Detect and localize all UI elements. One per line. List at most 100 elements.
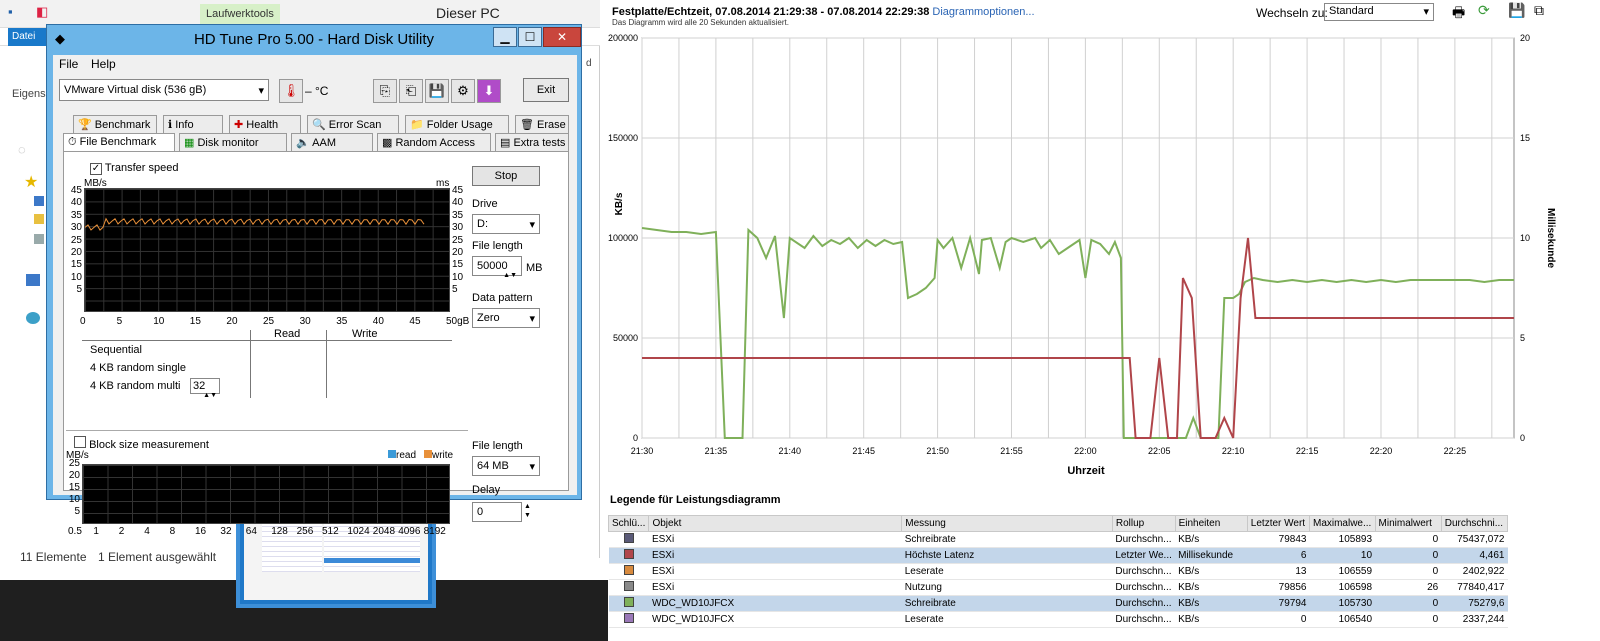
save-icon[interactable]: 💾: [425, 79, 449, 103]
health-cross-icon: ✚: [234, 119, 244, 131]
tab-disk-monitor[interactable]: ▦ Disk monitor: [179, 133, 287, 151]
network-globe-icon[interactable]: [26, 312, 40, 324]
chevron-down-icon: ▾: [258, 85, 264, 97]
drive-tools-tab[interactable]: Laufwerktools: [200, 4, 280, 24]
speaker-icon: 🔈: [296, 137, 310, 149]
legend-color-swatch: [623, 565, 634, 575]
delay-input[interactable]: 0: [472, 502, 522, 522]
block-x-tick-label: 0.5: [68, 526, 82, 537]
block-size-checkbox[interactable]: Block size measurement: [74, 436, 209, 451]
exit-button[interactable]: Exit: [523, 78, 569, 102]
tab-health[interactable]: ✚ Health: [229, 115, 301, 133]
legend-header-cell[interactable]: Messung: [901, 515, 1113, 532]
nav-back-icon[interactable]: ◌: [18, 142, 26, 157]
y-tick-label: 45: [70, 185, 82, 196]
legend-row[interactable]: ESXi Leserate Durchschn... KB/s 13 106559 0 240…: [608, 563, 1508, 580]
y-tick-label: 50000: [613, 333, 638, 343]
drive-dropdown[interactable]: VMware Virtual disk (536 gB) ▾: [59, 79, 269, 101]
stepper-arrows-icon[interactable]: ▲▼: [503, 272, 517, 279]
copy-screenshot-button[interactable]: ⎗: [399, 79, 423, 103]
legend-header-cell[interactable]: Objekt: [648, 515, 903, 532]
legend-row[interactable]: WDC_WD10JFCX Leserate Durchschn... KB/s 0 106…: [608, 611, 1508, 628]
legend-header-cell[interactable]: Rollup: [1111, 515, 1176, 532]
legend-cell: KB/s: [1175, 579, 1248, 596]
options-icon[interactable]: ⚙: [451, 79, 475, 103]
legend-cell: Durchschn...: [1112, 595, 1176, 612]
performance-panel: Festplatte/Echtzeit, 07.08.2014 21:29:38…: [607, 0, 1600, 641]
switch-view-select[interactable]: Standard ▾: [1324, 3, 1434, 21]
tab-info[interactable]: ℹ Info: [163, 115, 223, 133]
block-x-tick-label: 8: [169, 526, 176, 537]
this-pc-icon[interactable]: [26, 274, 40, 286]
y-tick-label: 5: [76, 284, 82, 296]
legend-row[interactable]: WDC_WD10JFCX Schreibrate Durchschn... KB/s 7…: [608, 595, 1508, 612]
data-pattern-select[interactable]: Zero ▾: [472, 308, 540, 328]
print-icon[interactable]: 🖶: [1452, 2, 1465, 26]
col-read: Read: [274, 328, 301, 340]
legend-cell: 106540: [1309, 611, 1376, 628]
legend-header-cell[interactable]: Letzter Wert: [1246, 515, 1310, 532]
favorites-star-icon[interactable]: ★: [24, 172, 38, 192]
tab-aam[interactable]: 🔈 AAM: [291, 133, 373, 151]
legend-header-cell[interactable]: Minimalwert: [1374, 515, 1442, 532]
legend-write: write: [424, 450, 453, 461]
legend-cell: ESXi: [648, 579, 902, 596]
chevron-down-icon: ▾: [529, 461, 535, 473]
stop-button[interactable]: Stop: [472, 166, 540, 186]
y2-tick-label: 5: [1520, 333, 1525, 343]
tab-random-access[interactable]: ▩ Random Access: [377, 133, 491, 151]
popout-icon[interactable]: ⧉: [1534, 2, 1544, 19]
chart-options-link[interactable]: Diagrammoptionen...: [932, 6, 1034, 18]
y-axis-left: 0 50000 100000 150000 200000: [608, 33, 638, 443]
delay-stepper-icon[interactable]: ▲ ▼: [524, 502, 531, 520]
download-icon[interactable]: ⬇: [477, 79, 501, 103]
save-icon[interactable]: 💾: [1508, 2, 1525, 19]
legend-header-cell[interactable]: Durchschni...: [1440, 515, 1509, 532]
legend-cell: Millisekunde: [1175, 547, 1248, 564]
tab-folder-usage[interactable]: 📁 Folder Usage: [405, 115, 509, 133]
legend-title: Legende für Leistungsdiagramm: [610, 494, 781, 506]
checkbox-unchecked: [74, 436, 86, 448]
drive-letter-select[interactable]: D: ▾: [472, 214, 540, 234]
legend-cell: Durchschn...: [1112, 611, 1176, 628]
checkbox-checked: ✓: [90, 163, 102, 175]
queue-depth-stepper[interactable]: 32 ▲▼: [190, 378, 220, 399]
network-icon[interactable]: [34, 234, 44, 244]
tab-file-benchmark[interactable]: ⏱ File Benchmark: [63, 133, 175, 153]
stepper-arrows-icon[interactable]: ▲▼: [203, 392, 217, 399]
block-x-tick-label: 8192: [423, 526, 446, 537]
close-button[interactable]: ✕: [543, 27, 581, 47]
quick-access-icon[interactable]: ▪: [8, 4, 13, 19]
tab-error-scan[interactable]: 🔍 Error Scan: [307, 115, 399, 133]
file-benchmark-icon: ⏱: [68, 136, 77, 148]
tab-erase[interactable]: 🗑 Erase: [515, 115, 569, 133]
folder-icon[interactable]: [34, 196, 44, 206]
transfer-speed-checkbox[interactable]: ✓ Transfer speed: [90, 162, 178, 175]
legend-header-cell[interactable]: Maximalwe...: [1308, 515, 1376, 532]
maximize-button[interactable]: ☐: [518, 27, 542, 47]
legend-cell: 79794: [1247, 595, 1310, 612]
block-file-length-select[interactable]: 64 MB ▾: [472, 456, 540, 476]
y-tick-label: 25: [452, 234, 464, 246]
refresh-icon[interactable]: ⟳: [1478, 2, 1490, 19]
read-swatch: [388, 450, 396, 458]
legend-row[interactable]: ESXi Nutzung Durchschn... KB/s 79856 106598 26…: [608, 579, 1508, 596]
legend-row[interactable]: ESXi Höchste Latenz Letzter We... Milliseku…: [608, 547, 1508, 564]
properties-icon[interactable]: ◧: [36, 4, 48, 20]
minimize-button[interactable]: ▁: [493, 27, 517, 47]
copy-text-button[interactable]: ⎘: [373, 79, 397, 103]
tab-benchmark[interactable]: 🏆 Benchmark: [73, 115, 157, 133]
perf-subtitle: Das Diagramm wird alle 20 Sekunden aktua…: [612, 18, 789, 27]
file-length-input[interactable]: 50000 ▲▼: [472, 256, 522, 279]
menu-help[interactable]: Help: [91, 57, 116, 71]
tab-extra-tests[interactable]: ▤ Extra tests: [495, 133, 569, 151]
legend-row[interactable]: ESXi Schreibrate Durchschn... KB/s 79843 1058…: [608, 531, 1508, 548]
legend-cell: 106559: [1309, 563, 1376, 580]
folder-icon[interactable]: [34, 214, 44, 224]
chevron-down-icon: ▾: [1423, 6, 1429, 18]
legend-header-cell[interactable]: Einheiten: [1174, 515, 1248, 532]
folder-icon: 📁: [410, 119, 424, 131]
legend-header-cell[interactable]: Schlü...: [607, 515, 650, 532]
menu-file[interactable]: File: [59, 57, 78, 71]
x-tick-label: 30: [299, 316, 311, 327]
